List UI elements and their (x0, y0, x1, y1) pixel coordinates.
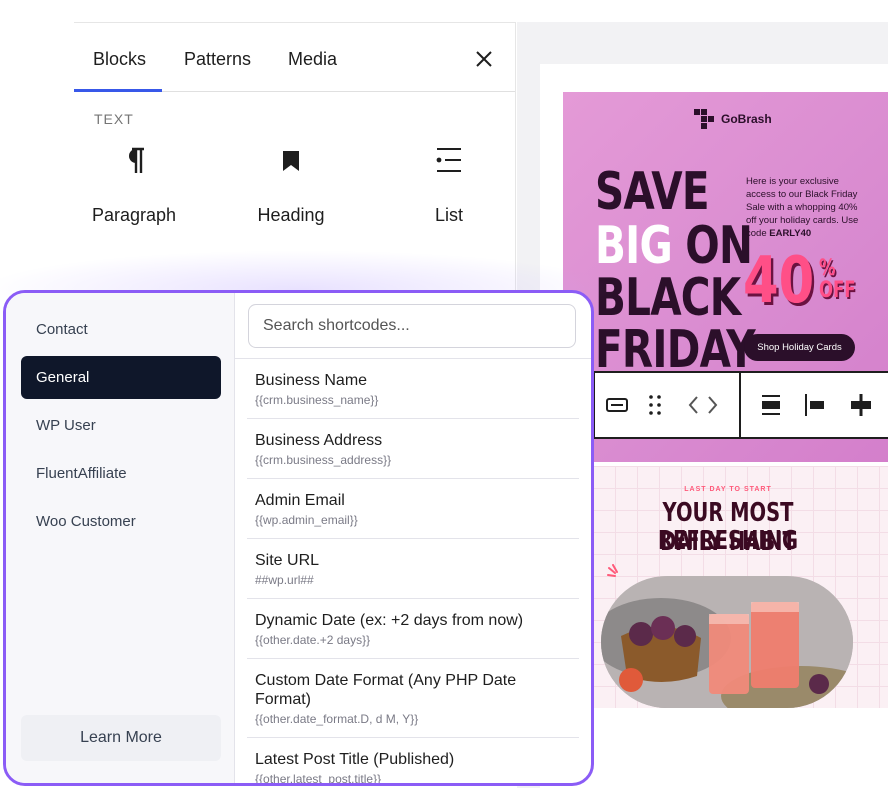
shortcode-code: {{crm.business_address}} (255, 453, 392, 467)
section-label-text: TEXT (94, 111, 134, 127)
active-tab-indicator (74, 89, 162, 92)
shortcode-item-admin-email[interactable]: Admin Email {{wp.admin_email}} (247, 479, 579, 539)
shortcode-categories: Contact General WP User FluentAffiliate … (6, 293, 235, 783)
category-fluentaffiliate[interactable]: FluentAffiliate (21, 452, 221, 495)
shortcode-code: {{crm.business_name}} (255, 393, 379, 407)
block-list-label: List (434, 205, 463, 225)
sparkle-icon (607, 564, 618, 577)
shortcode-panel: Contact General WP User FluentAffiliate … (3, 290, 594, 786)
list-icon (436, 148, 461, 172)
block-paragraph-label: Paragraph (91, 205, 177, 225)
shortcode-code: {{other.latest_post.title}} (255, 772, 382, 783)
refreshing-habit-promo-image[interactable]: LAST DAY TO START YOUR MOST REFRESHING D… (593, 466, 888, 708)
block-heading[interactable]: Heading (231, 141, 351, 241)
promo2-kicker: LAST DAY TO START (684, 486, 772, 493)
close-icon[interactable] (472, 47, 496, 71)
tab-patterns[interactable]: Patterns (184, 49, 251, 70)
shortcode-title: Custom Date Format (Any PHP Date Format) (255, 672, 517, 708)
shop-holiday-cards-button[interactable]: Shop Holiday Cards (744, 334, 855, 361)
promo2-title-line2: DAILY HABIT (660, 527, 796, 557)
shortcode-title: Business Name (255, 372, 368, 389)
justify-left-icon[interactable] (801, 391, 829, 419)
shortcode-title: Latest Post Title (Published) (255, 751, 455, 768)
inserter-tabs: Blocks Patterns Media (74, 23, 515, 92)
brand-name: GoBrash (721, 112, 772, 126)
shortcode-title: Admin Email (255, 492, 345, 509)
block-list[interactable]: List (389, 141, 509, 241)
category-woo-customer[interactable]: Woo Customer (21, 500, 221, 543)
promo-percent-off: % OFF (819, 258, 856, 302)
tab-blocks[interactable]: Blocks (93, 49, 146, 70)
bookmark-icon (283, 151, 299, 171)
search-shortcodes-input[interactable] (248, 304, 576, 348)
drag-handle-icon[interactable] (641, 391, 669, 419)
shortcode-item-business-name[interactable]: Business Name {{crm.business_name}} (247, 359, 579, 419)
shortcode-code: {{other.date.+2 days}} (255, 633, 371, 647)
shortcode-item-custom-date-format[interactable]: Custom Date Format (Any PHP Date Format)… (247, 659, 579, 738)
juice-glasses-image (601, 576, 853, 708)
shortcode-code: {{wp.admin_email}} (255, 513, 358, 527)
category-contact[interactable]: Contact (21, 308, 221, 351)
justify-center-icon[interactable] (847, 391, 875, 419)
shortcode-title: Business Address (255, 432, 383, 449)
learn-more-button[interactable]: Learn More (21, 715, 221, 761)
promo-code: EARLY40 (769, 228, 812, 239)
shortcode-item-dynamic-date[interactable]: Dynamic Date (ex: +2 days from now) {{ot… (247, 599, 579, 659)
stage: GoBrash SAVE BIG ON BLACK FRIDAY Here is… (0, 0, 888, 788)
promo-off-label: OFF (819, 278, 856, 303)
shortcode-list: Business Name {{crm.business_name}} Busi… (247, 359, 579, 783)
promo-percent: 40 (743, 244, 815, 318)
block-type-icon[interactable] (603, 391, 631, 419)
brand: GoBrash (693, 108, 772, 130)
gobrash-logo-icon (694, 109, 714, 129)
block-paragraph[interactable]: Paragraph (74, 141, 194, 241)
move-arrows-icon[interactable] (683, 391, 723, 419)
shortcode-item-latest-post-title[interactable]: Latest Post Title (Published) {{other.la… (247, 738, 579, 783)
juice-photo (601, 576, 853, 708)
toolbar-divider (739, 373, 741, 437)
block-toolbar (593, 371, 888, 439)
shortcode-item-business-address[interactable]: Business Address {{crm.business_address}… (247, 419, 579, 479)
shortcode-title: Site URL (255, 552, 320, 569)
block-heading-label: Heading (257, 205, 325, 225)
promo-description: Here is your exclusive access to our Bla… (746, 175, 866, 240)
shortcode-title: Dynamic Date (ex: +2 days from now) (255, 612, 524, 629)
align-top-icon[interactable] (757, 391, 785, 419)
category-general[interactable]: General (21, 356, 221, 399)
shortcode-code: ##wp.url## (255, 573, 314, 587)
category-wp-user[interactable]: WP User (21, 404, 221, 447)
tab-media[interactable]: Media (288, 49, 337, 70)
headline-save: SAVE (595, 162, 710, 222)
shortcode-code: {{other.date_format.D, d M, Y}} (255, 712, 419, 726)
shortcode-item-site-url[interactable]: Site URL ##wp.url## (247, 539, 579, 599)
headline-friday: FRIDAY (595, 320, 756, 380)
paragraph-icon (129, 147, 144, 173)
